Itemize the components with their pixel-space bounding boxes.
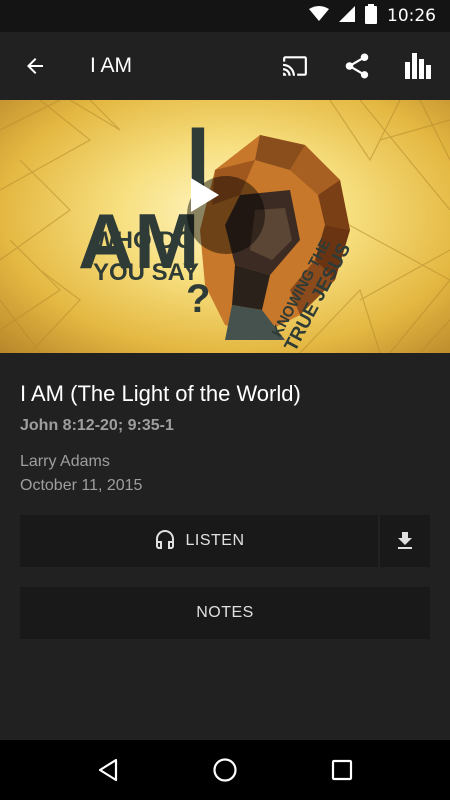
arrow-back-icon bbox=[27, 58, 43, 74]
nav-home-button[interactable] bbox=[195, 740, 255, 800]
listen-row: LISTEN bbox=[20, 515, 430, 567]
speaker-name: Larry Adams bbox=[20, 453, 110, 470]
play-button[interactable] bbox=[187, 176, 265, 254]
listen-button[interactable]: LISTEN bbox=[20, 515, 378, 567]
share-button[interactable] bbox=[326, 32, 388, 100]
back-button[interactable] bbox=[0, 32, 70, 100]
download-icon bbox=[398, 532, 412, 549]
sermon-artwork[interactable]: WHO DO YOU SAY I AM ? KNOWING THE TRUE J… bbox=[0, 100, 450, 353]
play-icon bbox=[191, 178, 219, 212]
app-bar: I AM bbox=[0, 32, 450, 100]
sermon-title: I AM (The Light of the World) bbox=[20, 381, 301, 406]
artwork-question: ? bbox=[186, 277, 210, 321]
status-time: 10:26 bbox=[387, 6, 436, 26]
stats-button[interactable] bbox=[388, 32, 450, 100]
artwork-big-am: AM bbox=[78, 197, 199, 285]
cast-icon bbox=[283, 56, 307, 76]
notes-button[interactable]: NOTES bbox=[20, 587, 430, 639]
stats-icon bbox=[405, 53, 431, 79]
share-icon bbox=[345, 53, 369, 79]
battery-icon bbox=[365, 3, 377, 29]
cast-button[interactable] bbox=[264, 32, 326, 100]
recents-square-icon bbox=[331, 759, 352, 781]
home-circle-icon bbox=[213, 758, 237, 782]
listen-label: LISTEN bbox=[185, 532, 245, 549]
wifi-icon bbox=[309, 5, 329, 27]
scripture-reference: John 8:12-20; 9:35-1 bbox=[20, 417, 174, 434]
page-title: I AM bbox=[90, 54, 133, 77]
status-bar: 10:26 bbox=[0, 0, 450, 32]
download-button[interactable] bbox=[380, 515, 430, 567]
system-nav-bar bbox=[0, 740, 450, 800]
notes-label: NOTES bbox=[196, 604, 254, 621]
nav-recents-button[interactable] bbox=[312, 740, 372, 800]
signal-icon bbox=[339, 5, 355, 27]
headphones-icon bbox=[156, 530, 175, 549]
back-triangle-icon bbox=[99, 758, 118, 782]
sermon-date: October 11, 2015 bbox=[20, 477, 143, 494]
nav-back-button[interactable] bbox=[78, 740, 138, 800]
sermon-info: I AM (The Light of the World) John 8:12-… bbox=[20, 378, 430, 498]
